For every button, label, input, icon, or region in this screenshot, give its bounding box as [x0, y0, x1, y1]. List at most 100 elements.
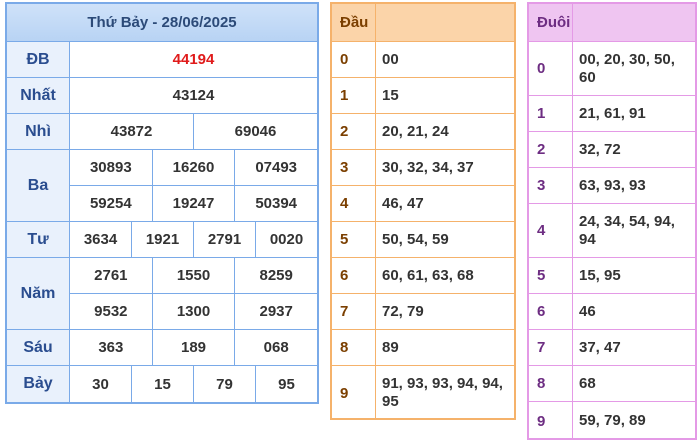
- prize-line: 43872 69046: [70, 114, 317, 149]
- results-date-title: Thứ Bảy - 28/06/2025: [7, 4, 317, 42]
- prize-number: 95: [278, 375, 295, 393]
- prize-number: 07493: [255, 159, 298, 176]
- prize-number: 44194: [172, 51, 215, 68]
- duoi-digit: 3: [529, 168, 573, 203]
- prize-line: 44194: [70, 42, 317, 77]
- prize-line: 30893 16260 07493: [70, 150, 317, 186]
- prize-values: 30893 16260 07493 59254 19247 50394: [70, 150, 317, 221]
- duoi-numbers: 59, 79, 89: [579, 412, 646, 429]
- prize-values: 43872 69046: [70, 114, 317, 149]
- dau-numbers: 60, 61, 63, 68: [382, 266, 474, 284]
- prize-line: 43124: [70, 78, 317, 113]
- duoi-row: 5 15, 95: [529, 258, 695, 294]
- prize-row: ĐB 44194: [7, 42, 317, 78]
- dau-row: 4 46, 47: [332, 186, 514, 222]
- prize-number: 59254: [70, 186, 153, 221]
- prize-row: Sáu 363 189 068: [7, 330, 317, 366]
- prize-number: 2791: [194, 222, 256, 257]
- prize-row: Nhất 43124: [7, 78, 317, 114]
- prize-values: 2761 1550 8259 9532 1300 2937: [70, 258, 317, 329]
- prize-number: 3634: [70, 222, 132, 257]
- duoi-row: 2 32, 72: [529, 132, 695, 168]
- duoi-numbers: 00, 20, 30, 50, 60: [579, 50, 675, 86]
- duoi-numbers: 24, 34, 54, 94, 94: [579, 212, 675, 248]
- prize-label: Bảy: [7, 366, 70, 402]
- prize-number: 79: [194, 366, 256, 402]
- duoi-numbers: 46: [579, 302, 596, 320]
- dau-digit: 8: [332, 330, 376, 365]
- prize-number: 30: [70, 366, 132, 402]
- prize-number: 15: [132, 366, 194, 402]
- dau-row: 1 15: [332, 78, 514, 114]
- dau-header-label: Đầu: [332, 4, 376, 41]
- dau-digit: 4: [332, 186, 376, 221]
- prize-values: 3634 1921 2791 0020: [70, 222, 317, 257]
- prize-number: 1921: [132, 222, 194, 257]
- prize-values: 43124: [70, 78, 317, 113]
- dau-rows: 0 00 1 15 2 20, 21, 24 3 30, 32, 34, 37 4 46, 47 5…: [332, 42, 514, 418]
- prize-number: 43872: [70, 114, 194, 149]
- dau-table: Đầu 0 00 1 15 2 20, 21, 24 3 30, 32, 34, 37 4 46,…: [330, 2, 516, 420]
- prize-values: 30 15 79 95: [70, 366, 317, 402]
- dau-numbers: 46, 47: [382, 194, 424, 212]
- prize-label: Nhì: [7, 114, 70, 149]
- prize-number: 43124: [172, 87, 215, 104]
- dau-row: 0 00: [332, 42, 514, 78]
- duoi-digit: 1: [529, 96, 573, 131]
- duoi-row: 6 46: [529, 294, 695, 330]
- prize-number: 363: [70, 330, 153, 365]
- prize-label: Sáu: [7, 330, 70, 365]
- duoi-row: 0 00, 20, 30, 50, 60: [529, 42, 695, 96]
- prize-row: Năm 2761 1550 8259 9532 1300 2937: [7, 258, 317, 330]
- duoi-numbers: 63, 93, 93: [579, 176, 646, 194]
- prize-number: 30893: [70, 150, 153, 185]
- dau-header-row: Đầu: [332, 4, 514, 42]
- prize-rows: ĐB 44194 Nhất 43124 Nhì 43872 69046 Ba 30893 1626…: [7, 42, 317, 402]
- duoi-row: 8 68: [529, 366, 695, 402]
- prize-label: Ba: [7, 150, 70, 221]
- prize-line: 30 15 79 95: [70, 366, 317, 402]
- dau-digit: 9: [332, 366, 376, 418]
- prize-line: 363 189 068: [70, 330, 317, 365]
- prize-row: Bảy 30 15 79 95: [7, 366, 317, 402]
- duoi-rows: 0 00, 20, 30, 50, 60 1 21, 61, 91 2 32, 72 3 63…: [529, 42, 695, 438]
- prize-number: 1550: [153, 258, 236, 293]
- dau-numbers: 89: [382, 338, 399, 356]
- prize-label: Năm: [7, 258, 70, 329]
- prize-line: 3634 1921 2791 0020: [70, 222, 317, 257]
- prize-row: Ba 30893 16260 07493 59254 19247 50394: [7, 150, 317, 222]
- prize-number: 0020: [269, 231, 304, 248]
- dau-digit: 6: [332, 258, 376, 293]
- dau-digit: 1: [332, 78, 376, 113]
- prize-row: Nhì 43872 69046: [7, 114, 317, 150]
- duoi-row: 4 24, 34, 54, 94, 94: [529, 204, 695, 258]
- prize-number: 1300: [153, 294, 236, 329]
- results-table: Thứ Bảy - 28/06/2025 ĐB 44194 Nhất 43124 Nhì…: [5, 2, 319, 404]
- duoi-digit: 5: [529, 258, 573, 293]
- duoi-numbers: 37, 47: [579, 338, 621, 356]
- duoi-numbers: 15, 95: [579, 266, 621, 284]
- duoi-header-row: Đuôi: [529, 4, 695, 42]
- duoi-numbers: 32, 72: [579, 140, 621, 158]
- duoi-row: 3 63, 93, 93: [529, 168, 695, 204]
- duoi-digit: 4: [529, 204, 573, 257]
- duoi-header-label: Đuôi: [529, 4, 573, 41]
- prize-line: 9532 1300 2937: [70, 294, 317, 329]
- duoi-header-spacer: [573, 4, 695, 41]
- dau-digit: 5: [332, 222, 376, 257]
- duoi-numbers: 21, 61, 91: [579, 104, 646, 122]
- dau-row: 9 91, 93, 93, 94, 94, 95: [332, 366, 514, 418]
- prize-number: 2937: [259, 303, 293, 320]
- dau-numbers: 00: [382, 50, 399, 68]
- prize-line: 59254 19247 50394: [70, 186, 317, 221]
- dau-row: 3 30, 32, 34, 37: [332, 150, 514, 186]
- duoi-digit: 8: [529, 366, 573, 401]
- dau-row: 6 60, 61, 63, 68: [332, 258, 514, 294]
- prize-number: 50394: [255, 195, 298, 212]
- duoi-digit: 9: [529, 402, 573, 438]
- prize-number: 19247: [153, 186, 236, 221]
- dau-row: 7 72, 79: [332, 294, 514, 330]
- prize-number: 16260: [153, 150, 236, 185]
- dau-digit: 2: [332, 114, 376, 149]
- prize-values: 44194: [70, 42, 317, 77]
